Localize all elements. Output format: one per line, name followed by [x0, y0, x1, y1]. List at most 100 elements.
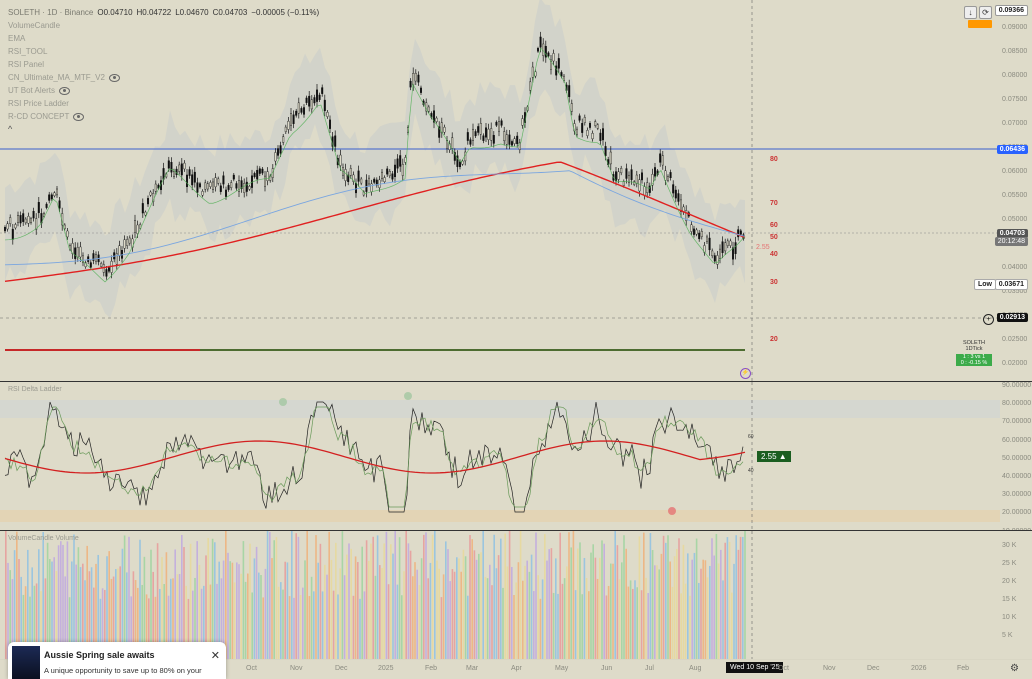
volume-bar [407, 543, 410, 659]
volume-bar [238, 564, 240, 659]
symbol-label[interactable]: SOLETH · 1D · Binance [8, 6, 93, 19]
promo-popup[interactable]: Aussie Spring sale awaits A unique oppor… [8, 642, 226, 679]
candle-body [401, 164, 404, 176]
candle-body [669, 172, 672, 179]
candle-body [589, 123, 592, 128]
candle-body [279, 145, 282, 154]
rsi-chart-canvas[interactable] [0, 382, 1032, 530]
lightning-icon[interactable]: ⚡ [740, 368, 751, 379]
candle-body [245, 181, 248, 192]
candle-body [149, 191, 152, 196]
rsi-axis[interactable]: 90.00000 80.00000 70.00000 60.00000 50.00000… [1000, 382, 1032, 530]
candle-body [609, 151, 612, 165]
settings-gear-icon[interactable]: ⚙ [1010, 663, 1019, 674]
collapse-legend-icon[interactable]: ^ [8, 123, 319, 136]
volume-bar [387, 584, 390, 659]
volume-bar [596, 578, 599, 659]
indicator-item[interactable]: EMA [8, 32, 319, 45]
volume-bar [678, 538, 680, 659]
candle-body [79, 246, 82, 258]
eye-icon[interactable] [108, 73, 120, 82]
volume-bar [656, 565, 658, 659]
indicator-item[interactable]: RSI_TOOL [8, 45, 319, 58]
candle-body [100, 263, 103, 267]
indicator-item[interactable]: VolumeCandle [8, 19, 319, 32]
candle-body [427, 106, 430, 112]
date-cursor-tag: Wed 10 Sep '25 [726, 662, 784, 673]
candle-body [620, 168, 623, 174]
rsi-delta-badge: 2.55 ▲ [757, 451, 791, 462]
candle-body [394, 164, 397, 178]
indicator-item[interactable]: RSI Panel [8, 58, 319, 71]
volume-bar [612, 563, 614, 659]
eye-icon[interactable] [58, 86, 70, 95]
volume-bar [368, 560, 370, 659]
volume-bar [431, 534, 434, 659]
candle-body [37, 202, 40, 214]
price-axis[interactable]: 0.090000.085000.080000.075000.070000.065… [1000, 0, 1032, 381]
candle-body [641, 172, 644, 181]
candle-body [690, 224, 693, 232]
volume-bar [711, 538, 713, 659]
volume-bar [559, 532, 561, 659]
refresh-icon[interactable]: ⟳ [979, 6, 992, 19]
volume-bar [495, 568, 498, 659]
candle-body [693, 228, 696, 235]
axis-tick-label: 40.00000 [1002, 473, 1032, 480]
volume-bar [706, 577, 709, 659]
promo-body: A unique opportunity to save up to 80% o… [44, 666, 202, 675]
axis-tick-label: 0.08000 [1002, 72, 1028, 79]
volume-bar [392, 553, 394, 659]
candle-body [58, 200, 61, 209]
volume-bar [416, 569, 418, 659]
volume-bar [579, 542, 581, 659]
indicator-item[interactable]: CN_Ultimate_MA_MTF_V2 [8, 71, 319, 84]
indicator-label: RSI Price Ladder [8, 99, 69, 108]
volume-bar [577, 548, 579, 659]
date-tick-label: Apr [511, 665, 522, 672]
close-icon[interactable]: ✕ [211, 649, 220, 662]
axis-tick-label: 0.04000 [1002, 264, 1028, 271]
volume-bar [636, 587, 638, 659]
horizontal-line-price-tag: 0.06436 [996, 145, 1028, 154]
axis-tick-label: 0.07500 [1002, 96, 1028, 103]
candle-body [622, 181, 625, 186]
indicator-item[interactable]: RSI Price Ladder [8, 97, 319, 110]
volume-bar [511, 566, 513, 659]
candle-body [258, 168, 261, 174]
volume-bar [275, 537, 278, 659]
candle-body [17, 215, 20, 223]
candle-body [115, 253, 118, 265]
indicator-item[interactable]: UT Bot Alerts [8, 84, 319, 97]
candle-body [253, 173, 256, 178]
volume-bar [563, 578, 566, 659]
volume-axis[interactable]: 30 K 25 K 20 K 15 K 10 K 5 K [1000, 531, 1032, 659]
candle-body [264, 175, 267, 187]
indicator-label: R-CD CONCEPT [8, 112, 70, 121]
volume-bar [654, 565, 656, 659]
candle-body [107, 267, 110, 272]
candle-body [211, 181, 214, 190]
candle-body [30, 218, 33, 223]
volume-bar [603, 543, 605, 659]
candle-body [713, 255, 716, 262]
axis-tick-label: 0.06000 [1002, 168, 1028, 175]
volume-bar [361, 546, 363, 659]
add-alert-icon[interactable]: + [983, 314, 994, 325]
volume-bar [405, 531, 407, 659]
volume-bar [249, 543, 251, 659]
candle-body [599, 132, 602, 141]
eye-icon[interactable] [73, 112, 85, 121]
volume-bar [634, 580, 636, 659]
candle-body [508, 134, 511, 145]
candle-body [521, 118, 524, 126]
candle-body [53, 192, 56, 197]
price-chart-pane[interactable]: SOLETH · 1D · Binance O0.04710 H0.04722 … [0, 0, 1032, 381]
download-icon[interactable]: ↓ [964, 6, 977, 19]
rsi-ladder-level: 20 [770, 336, 778, 343]
rsi-pane[interactable]: RSI Delta Ladder 90.00000 80.00000 70.0000… [0, 382, 1032, 530]
volume-pane[interactable]: VolumeCandle Volume 30 K 25 K 20 K 15 K 10 K… [0, 531, 1032, 659]
candle-body [596, 124, 599, 129]
volume-chart-canvas[interactable] [0, 531, 1032, 659]
indicator-item[interactable]: R-CD CONCEPT [8, 110, 319, 123]
